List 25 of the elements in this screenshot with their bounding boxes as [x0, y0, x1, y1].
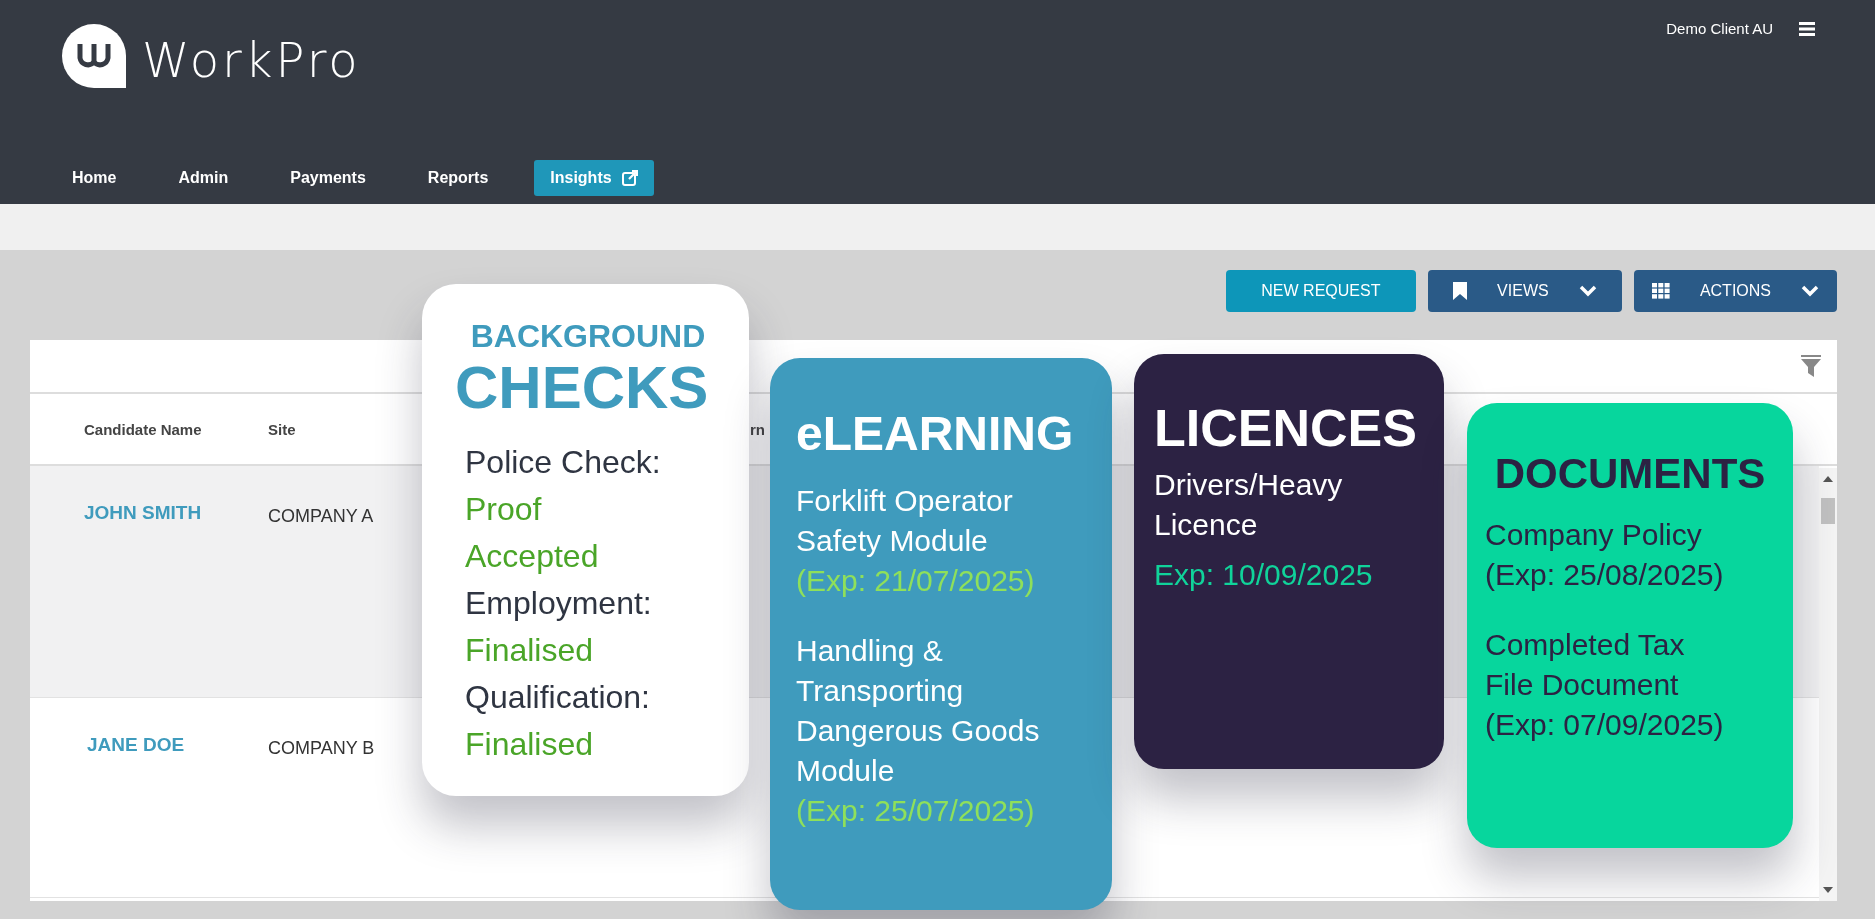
- expiry-date: (Exp: 25/07/2025): [796, 792, 1036, 829]
- expiry-date: (Exp: 07/09/2025): [1485, 707, 1725, 744]
- check-label: Police Check:: [465, 443, 662, 482]
- card-title: DOCUMENTS: [1494, 451, 1766, 498]
- site-cell: COMPANY A: [268, 506, 374, 527]
- site-cell: COMPANY B: [268, 738, 375, 759]
- check-status: Accepted: [465, 537, 600, 576]
- expiry-date: (Exp: 25/08/2025): [1485, 557, 1725, 594]
- check-status: Finalised: [465, 631, 595, 670]
- check-status: Proof: [465, 490, 543, 529]
- check-label: Qualification:: [465, 678, 651, 717]
- logo-text: WorkPro: [142, 36, 361, 84]
- item-name: Handling & Transporting Dangerous Goods Module: [796, 632, 1041, 789]
- card-overline: BACKGROUND: [469, 318, 707, 355]
- expiry-date: (Exp: 21/07/2025): [796, 562, 1036, 599]
- expiry-date: Exp: 10/09/2025: [1154, 557, 1374, 594]
- check-label: Employment:: [465, 584, 653, 623]
- card-title: CHECKS: [455, 355, 710, 421]
- check-status: Finalised: [465, 725, 595, 764]
- item-name: Drivers/Heavy Licence: [1154, 467, 1344, 544]
- item-name: Completed Tax File Document: [1485, 627, 1686, 704]
- card-title: LICENCES: [1154, 400, 1417, 458]
- item-name: Forklift Operator Safety Module: [796, 482, 1014, 559]
- item-name: Company Policy: [1485, 517, 1703, 554]
- card-title: eLEARNING: [796, 408, 1074, 461]
